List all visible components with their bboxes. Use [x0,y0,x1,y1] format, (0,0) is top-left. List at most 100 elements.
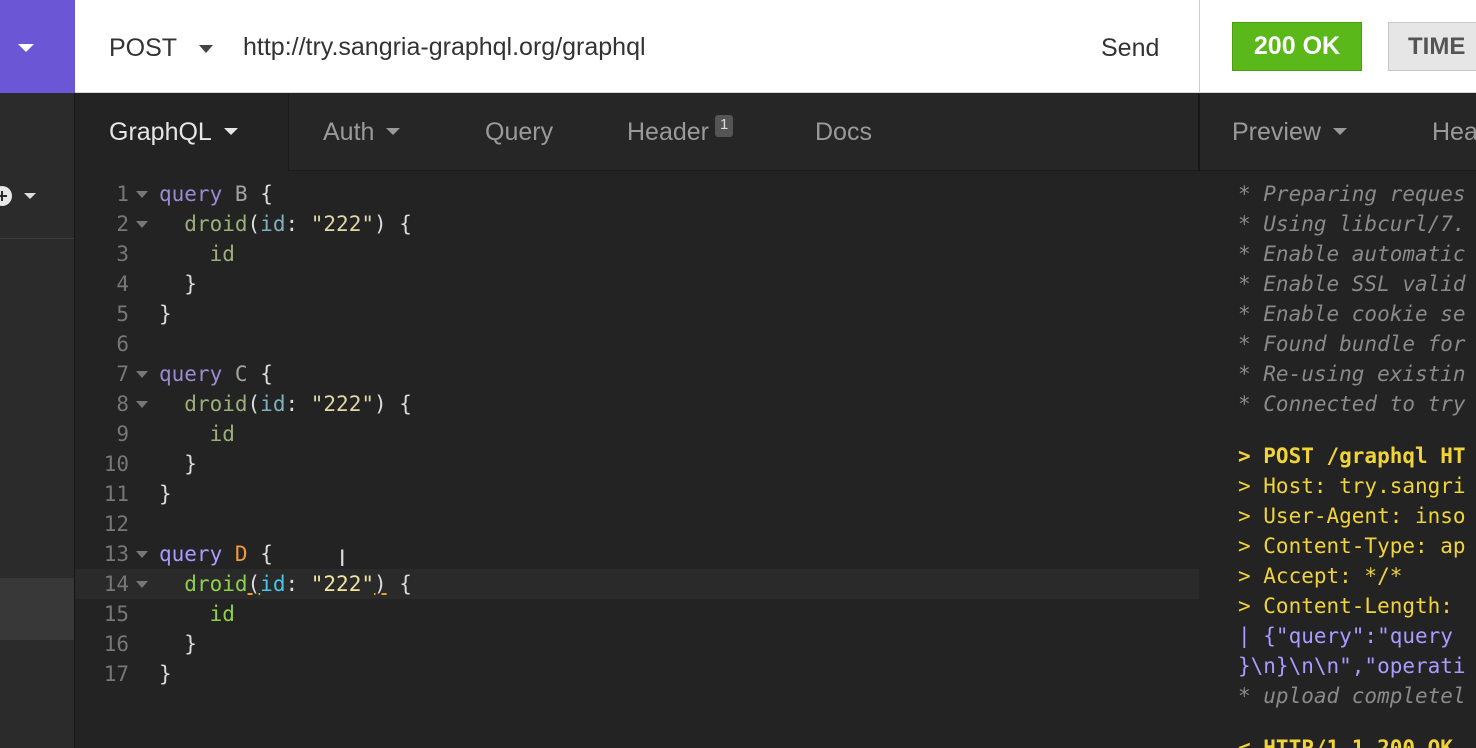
punct: { [260,182,273,206]
line-number: 4 [116,272,129,296]
timeline-line: > POST /graphql HT [1238,444,1466,468]
chevron-down-icon[interactable] [199,45,213,53]
timeline-line: * Connected to try [1238,392,1466,416]
punct: { [399,392,412,416]
timeline-line: * Enable cookie se [1238,302,1466,326]
line-number: 5 [116,302,129,326]
punct: } [159,662,172,686]
code-line: 7 query C { [75,359,1199,389]
code-line: 17 } [75,659,1199,689]
method-select[interactable]: POST [109,34,177,63]
code-line: 1 query B { [75,179,1199,209]
line-number: 12 [103,512,129,536]
timeline-line: | {"query":"query [1238,624,1466,648]
tab-label: Header [627,118,709,146]
punct: { [260,542,273,566]
tab-preview[interactable]: Preview [1232,94,1347,171]
punct: } [184,452,197,476]
workspace-menu-button[interactable] [0,0,75,93]
line-number: 11 [103,482,129,506]
timeline-line: * Enable automatic [1238,242,1466,266]
field: id [209,602,235,626]
punct: } [184,272,197,296]
code-line: 9 id [75,419,1199,449]
line-number: 9 [116,422,129,446]
punct: } [159,302,172,326]
tab-graphql[interactable]: GraphQL [75,94,289,171]
timeline-line: * Found bundle for [1238,332,1466,356]
field: droid [184,572,248,596]
fold-arrow-icon[interactable] [136,371,148,378]
fold-arrow-icon[interactable] [136,401,148,408]
field: id [209,242,235,266]
arg-name: id [260,572,286,596]
field: droid [184,392,248,416]
timeline-line: > Accept: */* [1238,564,1403,588]
tab-headers[interactable]: Hea [1432,94,1476,171]
chevron-down-icon[interactable] [24,193,36,199]
chevron-down-icon [223,127,238,135]
tab-label: Auth [323,118,375,146]
tab-docs[interactable]: Docs [815,94,872,171]
query-name: D [234,542,248,566]
fold-arrow-icon[interactable] [136,581,148,588]
punct: { [260,362,273,386]
line-number: 17 [103,662,129,686]
code-line: 2 droid(id: "222") { [75,209,1199,239]
timeline-line: * Preparing reques [1238,182,1466,206]
graphql-editor[interactable]: 1 query B { 2 droid(id: "222") { 3 id 4 … [75,171,1199,748]
arg-value: "222" [310,212,374,236]
arg-name: id [260,392,286,416]
keyword: query [159,182,223,206]
url-input[interactable]: http://try.sangria-graphql.org/graphql [243,33,646,62]
line-number: 3 [116,242,129,266]
tab-label: GraphQL [109,118,212,146]
timeline-line: * upload completel [1238,684,1466,708]
keyword: query [159,362,223,386]
code-line: 5 } [75,299,1199,329]
fold-arrow-icon[interactable] [136,191,148,198]
punct: } [184,632,197,656]
chevron-down-icon [386,127,401,135]
code-line: 13 query D { [75,539,1199,569]
line-number: 2 [116,212,129,236]
url-bar: POST http://try.sangria-graphql.org/grap… [75,0,1199,93]
tab-auth[interactable]: Auth [323,94,401,171]
timeline-line: > Content-Length: [1238,594,1466,618]
tab-label: Hea [1432,118,1476,146]
timeline-line: < HTTP/1.1 200 OK [1238,736,1453,748]
code-line: 16 } [75,629,1199,659]
code-line: 4 } [75,269,1199,299]
line-number: 16 [103,632,129,656]
timeline-line: * Using libcurl/7. [1238,212,1466,236]
arg-value: "222" [310,572,374,596]
status-badge: 200 OK [1232,22,1362,71]
response-tabs: Preview Hea [1199,94,1476,171]
line-number: 8 [116,392,129,416]
response-timeline: * Preparing reques * Using libcurl/7. * … [1199,171,1476,748]
query-name: B [234,182,248,206]
code-line: 10 } [75,449,1199,479]
code-line: 8 droid(id: "222") { [75,389,1199,419]
code-line: 6 [75,329,1199,359]
fold-arrow-icon[interactable] [136,221,148,228]
tab-header[interactable]: Header 1 [627,94,734,171]
sidebar-selected-item[interactable] [0,578,75,640]
timeline-line: > Host: try.sangri [1238,474,1466,498]
arg-name: id [260,212,286,236]
field: id [209,422,235,446]
send-button[interactable]: Send [1101,34,1159,63]
line-number: 10 [103,452,129,476]
code-line: 14 droid(id: "222") { [75,569,1199,599]
chevron-down-icon [1332,127,1347,135]
chevron-down-icon [18,44,34,52]
fold-arrow-icon[interactable] [136,551,148,558]
punct: { [399,572,412,596]
line-number: 6 [116,332,129,356]
timeline-line: > Content-Type: ap [1238,534,1466,558]
timeline-line: > User-Agent: inso [1238,504,1466,528]
tab-query[interactable]: Query [485,94,553,171]
line-number: 1 [116,182,129,206]
timeline-line: }\n}\n\n","operati [1238,654,1466,678]
tab-label: Preview [1232,118,1321,146]
